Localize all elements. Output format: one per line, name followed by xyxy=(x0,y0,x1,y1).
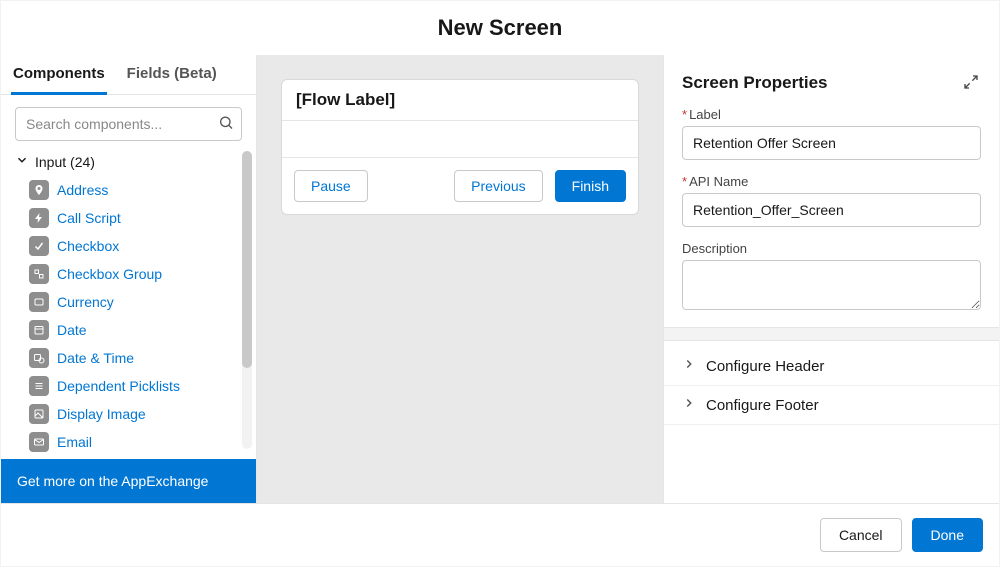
image-icon xyxy=(29,404,49,424)
cancel-button[interactable]: Cancel xyxy=(820,518,902,552)
currency-icon xyxy=(29,292,49,312)
location-icon xyxy=(29,180,49,200)
screen-footer: Pause Previous Finish xyxy=(282,157,638,214)
datetime-icon xyxy=(29,348,49,368)
component-label: Display Image xyxy=(57,406,146,422)
component-item-checkbox[interactable]: Checkbox xyxy=(29,232,238,260)
component-scroll: Input (24) Address Call Script Checkbox xyxy=(1,149,256,459)
modal-footer: Cancel Done xyxy=(1,503,999,566)
components-panel: Components Fields (Beta) Input (24) xyxy=(1,55,257,503)
flow-label: [Flow Label] xyxy=(282,80,638,121)
bolt-icon xyxy=(29,208,49,228)
scrollbar-thumb[interactable] xyxy=(242,151,252,368)
properties-panel: Screen Properties *Label *API Name Descr… xyxy=(663,55,999,503)
configure-header-section[interactable]: Configure Header xyxy=(664,347,999,386)
configure-header-label: Configure Header xyxy=(706,358,824,375)
checkbox-icon xyxy=(29,236,49,256)
component-label: Email xyxy=(57,434,92,450)
component-item-address[interactable]: Address xyxy=(29,176,238,204)
component-label: Currency xyxy=(57,294,114,310)
appexchange-link[interactable]: Get more on the AppExchange xyxy=(1,459,256,503)
component-label: Dependent Picklists xyxy=(57,378,180,394)
component-label: Checkbox Group xyxy=(57,266,162,282)
component-list: Address Call Script Checkbox Checkbox Gr… xyxy=(15,176,256,456)
pause-button[interactable]: Pause xyxy=(294,170,368,202)
picklist-icon xyxy=(29,376,49,396)
email-icon xyxy=(29,432,49,452)
description-field-label: Description xyxy=(682,241,981,256)
search-components xyxy=(15,107,242,141)
screen-body-dropzone[interactable] xyxy=(282,121,638,157)
modal-body: Components Fields (Beta) Input (24) xyxy=(1,55,999,503)
date-icon xyxy=(29,320,49,340)
api-name-input[interactable] xyxy=(682,193,981,227)
component-item-currency[interactable]: Currency xyxy=(29,288,238,316)
component-label: Date & Time xyxy=(57,350,134,366)
tab-fields-beta[interactable]: Fields (Beta) xyxy=(125,55,219,95)
component-label: Checkbox xyxy=(57,238,119,254)
chevron-right-icon xyxy=(682,357,696,375)
search-icon xyxy=(218,115,234,134)
properties-divider xyxy=(664,327,999,341)
configure-footer-label: Configure Footer xyxy=(706,397,819,414)
description-input[interactable] xyxy=(682,260,981,310)
configure-footer-section[interactable]: Configure Footer xyxy=(664,386,999,425)
expand-icon[interactable] xyxy=(963,74,981,92)
chevron-right-icon xyxy=(682,396,696,414)
previous-button[interactable]: Previous xyxy=(454,170,542,202)
screen-preview[interactable]: [Flow Label] Pause Previous Finish xyxy=(281,79,639,215)
component-label: Call Script xyxy=(57,210,121,226)
component-label: Date xyxy=(57,322,87,338)
finish-button[interactable]: Finish xyxy=(555,170,626,202)
label-field-label: *Label xyxy=(682,107,981,122)
checkbox-group-icon xyxy=(29,264,49,284)
component-item-call-script[interactable]: Call Script xyxy=(29,204,238,232)
search-input[interactable] xyxy=(15,107,242,141)
component-item-display-image[interactable]: Display Image xyxy=(29,400,238,428)
component-item-dependent-picklists[interactable]: Dependent Picklists xyxy=(29,372,238,400)
component-item-datetime[interactable]: Date & Time xyxy=(29,344,238,372)
new-screen-modal: New Screen Components Fields (Beta) xyxy=(0,0,1000,567)
component-item-date[interactable]: Date xyxy=(29,316,238,344)
section-label: Input (24) xyxy=(35,154,95,170)
label-input[interactable] xyxy=(682,126,981,160)
left-tabs: Components Fields (Beta) xyxy=(1,55,256,95)
properties-title: Screen Properties xyxy=(682,73,828,93)
tab-components[interactable]: Components xyxy=(11,55,107,95)
component-item-checkbox-group[interactable]: Checkbox Group xyxy=(29,260,238,288)
api-name-field-label: *API Name xyxy=(682,174,981,189)
section-input[interactable]: Input (24) xyxy=(15,149,256,176)
done-button[interactable]: Done xyxy=(912,518,983,552)
chevron-down-icon xyxy=(15,153,29,170)
modal-title: New Screen xyxy=(1,1,999,55)
component-label: Address xyxy=(57,182,108,198)
canvas: [Flow Label] Pause Previous Finish xyxy=(257,55,663,503)
component-item-email[interactable]: Email xyxy=(29,428,238,456)
